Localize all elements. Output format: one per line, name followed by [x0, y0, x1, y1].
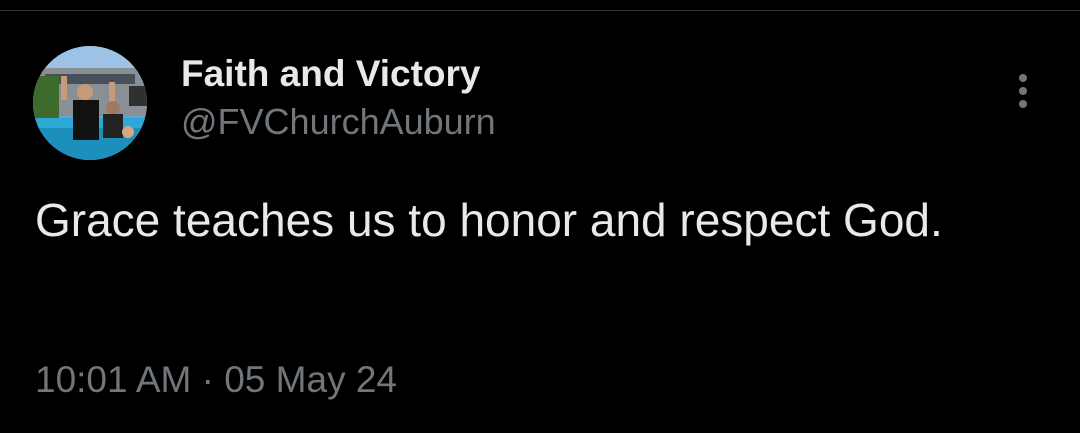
avatar-image	[33, 46, 147, 160]
more-options-button[interactable]	[1004, 68, 1042, 114]
top-divider	[0, 10, 1080, 11]
tweet-time[interactable]: 10:01 AM	[35, 359, 191, 400]
tweet-header: Faith and Victory @FVChurchAuburn	[181, 52, 496, 144]
more-vertical-icon	[1019, 74, 1027, 82]
tweet-text: Grace teaches us to honor and respect Go…	[35, 194, 943, 246]
author-display-name[interactable]: Faith and Victory	[181, 52, 496, 96]
tweet-date[interactable]: 05 May 24	[224, 359, 397, 400]
author-handle[interactable]: @FVChurchAuburn	[181, 100, 496, 144]
more-vertical-icon-dot	[1019, 100, 1027, 108]
meta-separator: ·	[201, 359, 214, 400]
avatar[interactable]	[33, 46, 147, 160]
more-vertical-icon-dot	[1019, 87, 1027, 95]
tweet-timestamp: 10:01 AM · 05 May 24	[35, 356, 397, 404]
